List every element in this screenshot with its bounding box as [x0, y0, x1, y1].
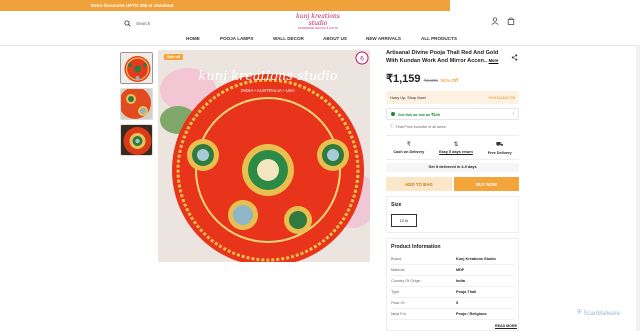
product-info-panel: Artisanal Divine Pooja Thali Red And Gol… [386, 50, 520, 65]
size-heading: Size [391, 202, 402, 208]
product-information: Product Information Brand Kunj Kreations… [386, 238, 519, 331]
delivery-estimate: Get it delivered in 4-9 days [386, 163, 519, 172]
info-key: Ideal For [391, 312, 406, 316]
feature-list: ₹ Cash on Delivery ⇅ Easy 5 days return … [386, 135, 519, 160]
price: ₹1,159 [386, 73, 421, 85]
nav-home[interactable]: HOME [186, 36, 200, 41]
page-scrollbar[interactable] [636, 45, 640, 331]
nav-pooja-lamps[interactable]: POOJA LAMPS [220, 36, 253, 41]
info-value: Pooja Thali [456, 290, 477, 294]
feature-label: Easy 5 days return [439, 150, 473, 154]
mrp: ₹2,399 [423, 78, 438, 83]
image-overlay-title: kunj kreations studio [198, 69, 337, 84]
inclusive-text: Final Price inclusive of all taxes [395, 124, 446, 129]
promo-bar: Extra discounts UPTO 40$ at checkout [0, 0, 450, 11]
info-value: 5 [456, 301, 459, 305]
thali-closeup-thumbnail-image [121, 125, 152, 155]
bag-icon[interactable] [507, 17, 515, 25]
promo-bar-blank [450, 0, 640, 11]
nav-divider [0, 45, 640, 46]
chevron-right-icon: › [512, 111, 514, 117]
feature-return[interactable]: ⇅ Easy 5 days return [439, 141, 473, 159]
watermark: ⛨ ScanMalware [577, 310, 620, 317]
size-option-12in[interactable]: 12 In [391, 214, 417, 227]
nav-all-products[interactable]: ALL PRODUCTS [421, 36, 457, 41]
buy-now-button[interactable]: BUY NOW [454, 177, 519, 191]
search-label: Search [136, 21, 151, 26]
svg-text:6: 6 [360, 56, 364, 63]
info-value: MDF [456, 268, 465, 272]
info-row: Material MDF [391, 265, 514, 276]
info-value: Kunj Kreations Studio [456, 257, 496, 261]
share-icon[interactable] [511, 54, 518, 61]
user-icon[interactable] [491, 17, 499, 25]
feature-label: Cash on Delivery [393, 150, 425, 154]
title-more-link[interactable]: More [489, 58, 499, 63]
sale-badge: Sale off [164, 54, 183, 60]
thumbnail-2[interactable] [120, 88, 153, 120]
offer-icon [391, 112, 395, 116]
logo-tagline: HANDMADE DECOR & GIFTS [297, 27, 339, 30]
hurry-banner: Hurry Up, Shop Now! +919311461728 [386, 91, 519, 104]
info-row: Type Pooja Thali [391, 287, 514, 298]
info-row: Pack Of 5 [391, 298, 514, 309]
thumbnail-list [120, 52, 154, 160]
site-logo[interactable]: kunj kreations studio HANDMADE DECOR & G… [290, 13, 346, 35]
info-key: Brand [391, 257, 402, 261]
search-trigger[interactable]: Search [124, 20, 150, 27]
size-selector: Size 12 In [386, 196, 519, 233]
product-info-heading: Product Information [391, 244, 441, 250]
image-overlay-sub: INDIA • AUSTRALIA • USA [241, 88, 295, 93]
hurry-phone[interactable]: +919311461728 [488, 96, 515, 100]
info-key: Pack Of [391, 301, 405, 305]
product-title-text: Artisanal Divine Pooja Thali Red And Gol… [386, 50, 499, 65]
thali-thumbnail-image [121, 53, 152, 83]
header-icons [491, 17, 515, 25]
info-key: Material [391, 268, 405, 272]
rupee-icon: ₹ [406, 142, 411, 148]
info-icon: ⓘ [390, 124, 394, 128]
inclusive-note: ⓘ Final Price inclusive of all taxes [390, 124, 446, 129]
offer-row[interactable]: Get this as low as ₹849 › [386, 108, 519, 120]
nav-wall-decor[interactable]: WALL DECOR [273, 36, 304, 41]
feature-free-delivery: ⛟ Free Delivery [488, 141, 512, 159]
shield-icon: ⛨ [577, 310, 582, 316]
promo-text: Extra discounts UPTO 40$ at checkout [91, 3, 174, 8]
read-more-link[interactable]: READ MORE [495, 324, 517, 328]
info-row: Brand Kunj Kreations Studio [391, 254, 514, 265]
info-value: India [456, 279, 465, 283]
info-row: Ideal For Pooja / Religious [391, 309, 514, 320]
site-header: Search kunj kreations studio HANDMADE DE… [0, 11, 640, 45]
discount-percent: 51% Off [440, 78, 459, 83]
pooja-thali-image: kunj kreations studio INDIA • AUSTRALIA … [158, 50, 370, 262]
truck-icon: ⛟ [495, 142, 504, 148]
product-title: Artisanal Divine Pooja Thali Red And Gol… [386, 50, 504, 65]
feature-cod: ₹ Cash on Delivery [393, 141, 424, 159]
product-main-image[interactable]: kunj kreations studio INDIA • AUSTRALIA … [158, 50, 370, 262]
info-value: Pooja / Religious [456, 312, 487, 316]
logo-brand: kunj kreations studio [296, 13, 340, 27]
thumbnail-3[interactable] [120, 124, 153, 156]
feature-label: Free Delivery [487, 151, 512, 155]
hurry-text: Hurry Up, Shop Now! [390, 95, 426, 100]
thali-detail-thumbnail-image [121, 89, 152, 119]
search-icon [124, 20, 131, 27]
info-key: Type [391, 290, 400, 294]
return-icon: ⇅ [453, 142, 459, 148]
offer-text: Get this as low as ₹849 [398, 112, 440, 117]
info-row: Country Of Origin India [391, 276, 514, 287]
nav-about-us[interactable]: ABOUT US [323, 36, 347, 41]
watermark-text: ScanMalware [583, 310, 620, 317]
info-key: Country Of Origin [391, 279, 421, 283]
price-row: ₹1,159 ₹2,399 51% Off [386, 72, 458, 85]
nav-new-arrivals[interactable]: NEW ARRIVALS [366, 36, 401, 41]
add-to-bag-button[interactable]: ADD TO BAG [386, 177, 452, 191]
thumbnail-1[interactable] [120, 52, 153, 84]
